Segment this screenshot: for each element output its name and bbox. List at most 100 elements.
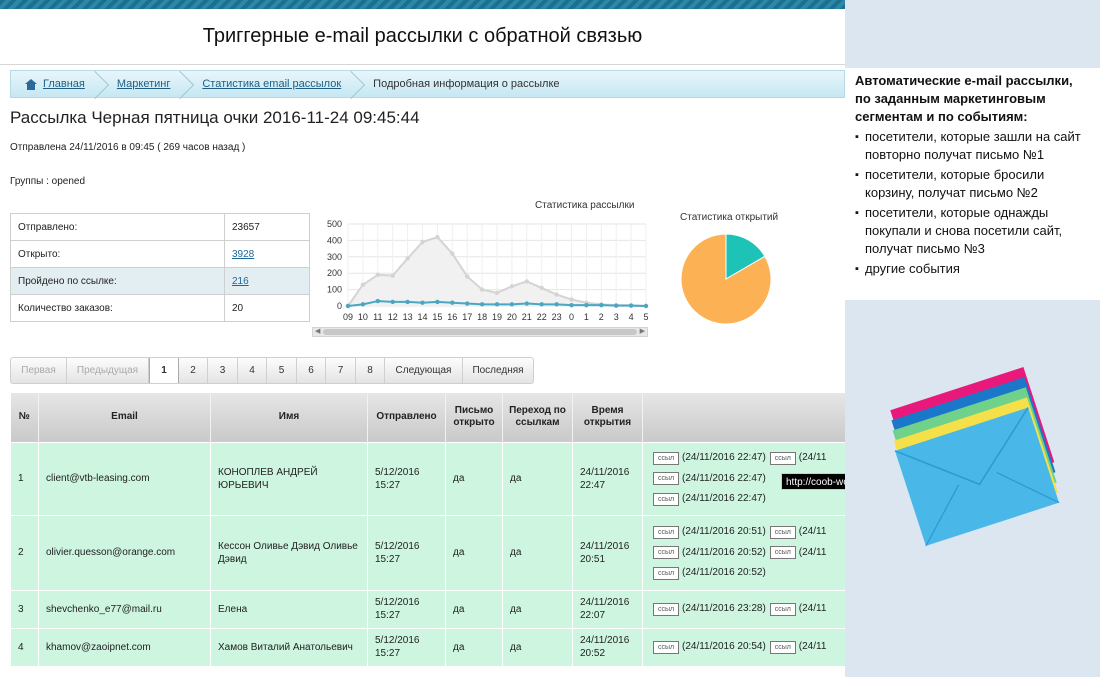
data-point[interactable] — [554, 302, 559, 307]
data-point[interactable] — [360, 302, 366, 307]
data-point[interactable] — [643, 303, 649, 309]
data-point[interactable] — [599, 302, 604, 308]
breadcrumb-link[interactable]: Главная — [43, 78, 85, 90]
data-point[interactable] — [390, 273, 395, 278]
link-icon[interactable]: ссыл — [653, 640, 679, 654]
click-entry[interactable]: ссыл (24/11 — [769, 543, 826, 563]
col-num[interactable]: № — [10, 393, 39, 442]
data-point[interactable] — [375, 298, 380, 304]
data-point[interactable] — [479, 287, 485, 292]
data-point[interactable] — [539, 285, 544, 291]
breadcrumb-home[interactable]: Главная — [11, 71, 103, 97]
click-entry[interactable]: ссыл (24/11/2016 20:54) — [653, 637, 766, 657]
scroll-left-icon[interactable]: ◀ — [315, 328, 320, 336]
pager-page[interactable]: 7 — [326, 358, 356, 383]
pager-page[interactable]: 3 — [208, 358, 238, 383]
click-line: ссыл (24/11/2016 22:47) — [653, 489, 838, 510]
pager-next[interactable]: Следующая — [385, 358, 463, 383]
link-icon[interactable]: ссыл — [653, 472, 679, 486]
data-point[interactable] — [450, 251, 455, 256]
data-point[interactable] — [360, 282, 366, 287]
col-sent[interactable]: Отправлено — [367, 393, 446, 442]
data-point[interactable] — [465, 274, 470, 279]
pager-last[interactable]: Последняя — [463, 358, 533, 383]
x-tick-label: 18 — [477, 312, 487, 322]
data-point[interactable] — [569, 302, 574, 308]
link-icon[interactable]: ссыл — [653, 546, 679, 560]
opened-link[interactable]: 3928 — [232, 249, 254, 260]
data-point[interactable] — [509, 302, 515, 307]
breadcrumb-email-stats[interactable]: Статистика email рассылок — [188, 71, 359, 97]
col-name[interactable]: Имя — [210, 393, 368, 442]
pager-page[interactable]: 4 — [238, 358, 267, 383]
pager-prev[interactable]: Предыдущая — [67, 358, 149, 383]
click-entry[interactable]: ссыл (24/11 — [769, 599, 826, 619]
data-point[interactable] — [494, 302, 500, 307]
data-point[interactable] — [628, 303, 634, 308]
cell-open-time: 24/11/2016 22:47 — [572, 441, 643, 516]
col-email[interactable]: Email — [38, 393, 211, 442]
link-icon[interactable]: ссыл — [769, 451, 796, 465]
data-point[interactable] — [494, 290, 500, 296]
data-point[interactable] — [345, 303, 351, 309]
pager-page[interactable]: 6 — [297, 358, 326, 383]
data-point[interactable] — [614, 303, 619, 308]
data-point[interactable] — [554, 292, 559, 297]
link-icon[interactable]: ссыл — [653, 492, 679, 506]
data-point[interactable] — [435, 234, 440, 240]
link-icon[interactable]: ссыл — [769, 602, 796, 616]
pagination: Первая Предыдущая 1 2 3 4 5 6 7 8 Следую… — [10, 357, 534, 384]
data-point[interactable] — [569, 297, 574, 302]
click-entry[interactable]: ссыл (24/11/2016 20:52) — [653, 543, 766, 563]
col-open-time[interactable]: Время открытия — [572, 393, 643, 442]
pager-page[interactable]: 2 — [179, 358, 208, 383]
click-entry[interactable]: ссыл (24/11/2016 23:28) — [653, 599, 766, 619]
pager-page[interactable]: 1 — [149, 358, 179, 383]
click-entry[interactable]: ссыл (24/11/2016 22:47) — [653, 489, 766, 509]
pager-page[interactable]: 8 — [356, 358, 385, 383]
scroll-thumb[interactable] — [323, 329, 637, 335]
click-entry[interactable]: ссыл (24/11 — [769, 522, 826, 542]
click-entry[interactable]: ссыл (24/11/2016 20:51) — [653, 522, 766, 542]
link-icon[interactable]: ссыл — [653, 566, 679, 580]
click-entry[interactable]: ссыл (24/11/2016 20:52) — [653, 563, 766, 583]
click-entry[interactable]: ссыл (24/11 — [769, 448, 826, 468]
breadcrumb-link[interactable]: Маркетинг — [117, 78, 170, 90]
data-point[interactable] — [390, 299, 395, 305]
data-point[interactable] — [524, 301, 529, 306]
data-point[interactable] — [584, 302, 589, 308]
link-icon[interactable]: ссыл — [769, 525, 796, 539]
data-point[interactable] — [405, 299, 410, 305]
chart-scrollbar[interactable]: ◀ ▶ — [312, 327, 648, 337]
col-opened[interactable]: Письмо открыто — [445, 393, 503, 442]
data-point[interactable] — [375, 272, 380, 278]
link-icon[interactable]: ссыл — [769, 640, 796, 654]
breadcrumb-link[interactable]: Статистика email рассылок — [202, 78, 341, 90]
link-icon[interactable]: ссыл — [653, 602, 679, 616]
link-icon[interactable]: ссыл — [653, 525, 679, 539]
data-point[interactable] — [420, 300, 425, 305]
data-point[interactable] — [435, 299, 440, 305]
breadcrumb-marketing[interactable]: Маркетинг — [103, 71, 188, 97]
pager-page[interactable]: 5 — [267, 358, 297, 383]
data-point[interactable] — [524, 279, 529, 284]
data-point[interactable] — [539, 302, 544, 307]
x-tick-label: 0 — [569, 312, 574, 322]
link-icon[interactable]: ссыл — [653, 451, 679, 465]
data-point[interactable] — [450, 300, 455, 305]
data-point[interactable] — [479, 302, 485, 307]
link-icon[interactable]: ссыл — [769, 546, 796, 560]
click-entry[interactable]: ссыл (24/11/2016 22:47) — [653, 448, 766, 468]
x-tick-label: 10 — [358, 312, 368, 322]
click-entry[interactable]: ссыл (24/11/2016 22:47) — [653, 469, 766, 489]
click-entry[interactable]: ссыл (24/11 — [769, 637, 826, 657]
data-point[interactable] — [405, 256, 410, 261]
data-point[interactable] — [420, 239, 425, 245]
pager-first[interactable]: Первая — [11, 358, 67, 383]
clicked-link[interactable]: 216 — [232, 276, 249, 287]
col-clicked[interactable]: Переход по ссылкам — [502, 393, 573, 442]
x-tick-label: 19 — [492, 312, 502, 322]
data-point[interactable] — [509, 284, 515, 289]
data-point[interactable] — [465, 301, 470, 306]
scroll-right-icon[interactable]: ▶ — [640, 328, 645, 336]
